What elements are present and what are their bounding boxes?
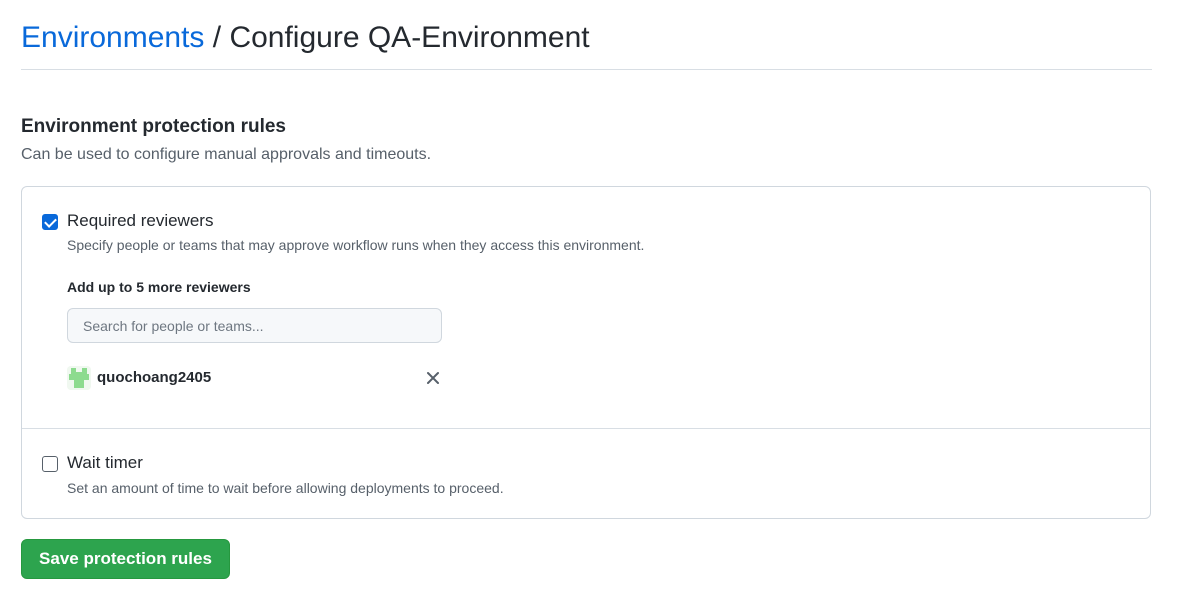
environment-title: Configure QA-Environment <box>229 21 590 54</box>
reviewer-item: quochoang2405 <box>67 366 445 390</box>
page-title: Environments / Configure QA-Environment <box>21 18 1152 58</box>
protection-rules-box: Required reviewers Specify people or tea… <box>21 186 1151 519</box>
save-protection-rules-button[interactable]: Save protection rules <box>21 539 230 579</box>
reviewer-name: quochoang2405 <box>97 369 212 386</box>
page-header: Environments / Configure QA-Environment <box>21 18 1152 70</box>
wait-timer-title: Wait timer <box>67 453 143 472</box>
section-description: Can be used to configure manual approval… <box>21 146 432 163</box>
identicon-avatar <box>67 366 91 390</box>
required-reviewers-checkbox[interactable] <box>42 214 58 230</box>
required-reviewers-description: Specify people or teams that may approve… <box>67 237 645 253</box>
breadcrumb-separator: / <box>204 21 230 54</box>
reviewers-field-label: Add up to 5 more reviewers <box>67 279 251 295</box>
remove-reviewer-close-icon[interactable] <box>424 369 442 387</box>
section-title: Environment protection rules <box>21 116 286 137</box>
required-reviewers-title: Required reviewers <box>67 211 214 230</box>
protection-rules-section: Environment protection rules Can be used… <box>21 115 431 166</box>
required-reviewers-rule: Required reviewers Specify people or tea… <box>22 187 1150 429</box>
wait-timer-checkbox[interactable] <box>42 456 58 472</box>
breadcrumb-environments-link[interactable]: Environments <box>21 21 204 54</box>
wait-timer-description: Set an amount of time to wait before all… <box>67 480 504 496</box>
wait-timer-rule: Wait timer Set an amount of time to wait… <box>22 429 1150 518</box>
reviewer-search-input[interactable] <box>67 308 442 343</box>
